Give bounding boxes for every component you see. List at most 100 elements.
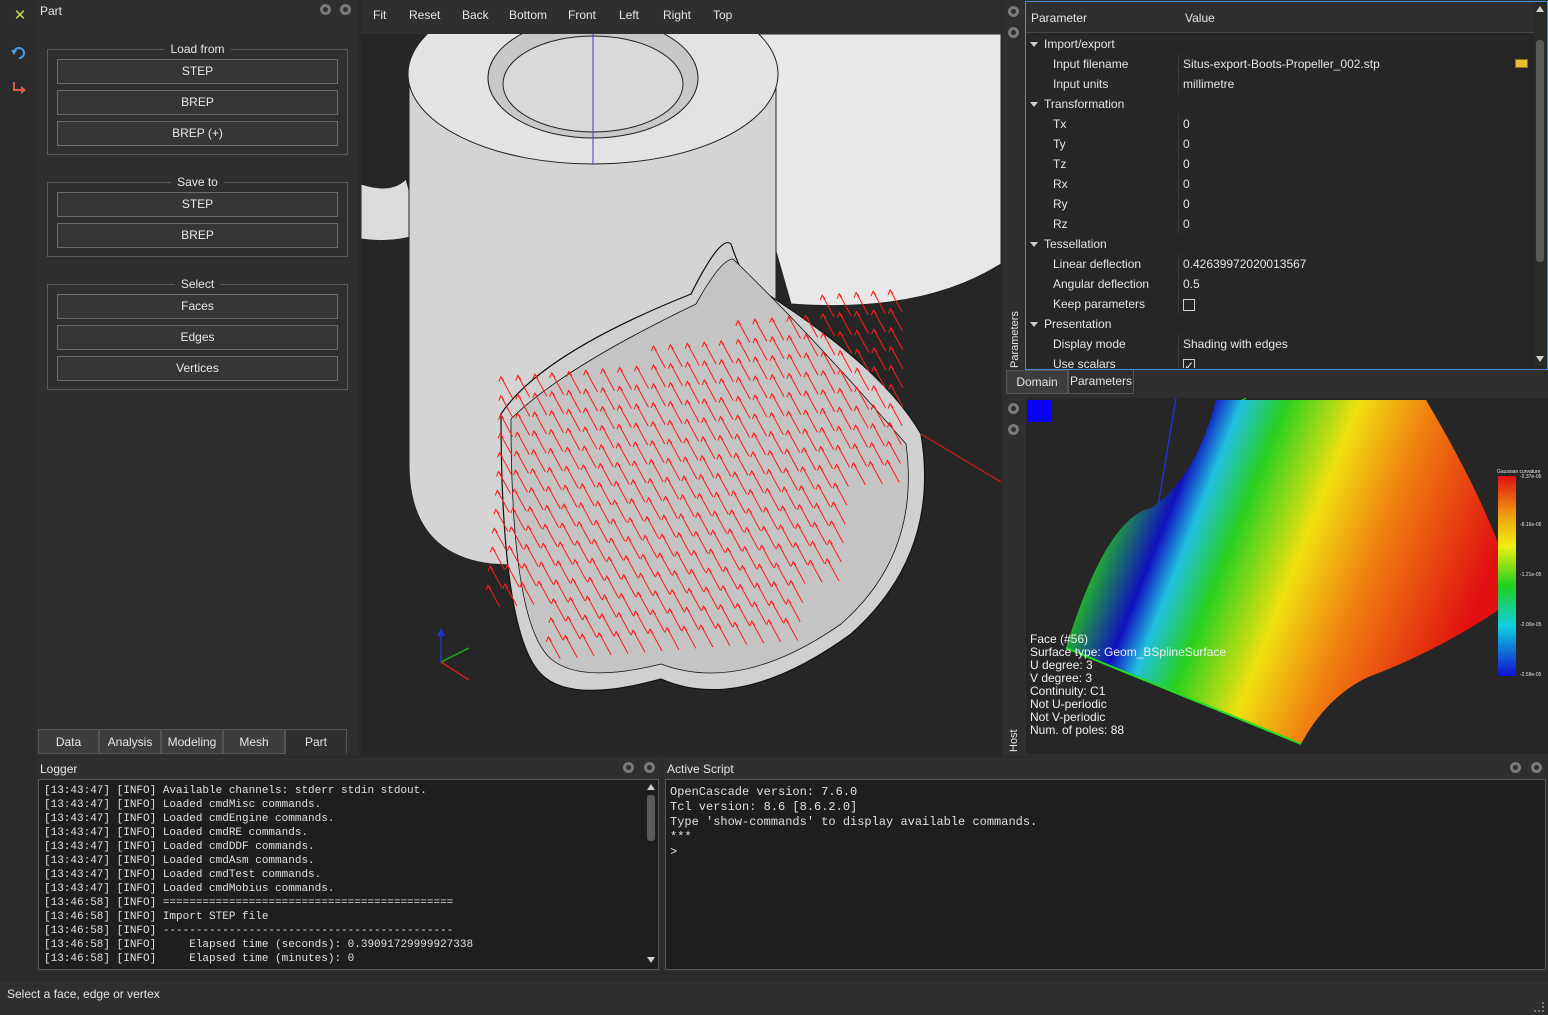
select-faces-button[interactable]: Faces: [57, 294, 338, 319]
row-rz[interactable]: Rz 0: [1027, 214, 1532, 234]
row-transformation[interactable]: Transformation: [1027, 94, 1532, 114]
expand-arrow-icon[interactable]: [1030, 242, 1038, 247]
view-fit-button[interactable]: Fit: [373, 8, 386, 22]
script-console[interactable]: OpenCascade version: 7.6.0 Tcl version: …: [665, 779, 1546, 970]
row-rx[interactable]: Rx 0: [1027, 174, 1532, 194]
script-float-button[interactable]: [1510, 762, 1521, 773]
log-line: [13:46:58] [INFO] Import STEP file: [44, 911, 269, 923]
save-to-title: Save to: [171, 175, 224, 189]
row-input-filename[interactable]: Input filename Situs-export-Boots-Propell…: [1027, 54, 1532, 74]
param-value[interactable]: 0: [1183, 114, 1190, 134]
colorbar-tick: -2.59e-05: [1520, 672, 1542, 678]
resize-grip-icon[interactable]: [1534, 1002, 1544, 1012]
row-ry[interactable]: Ry 0: [1027, 194, 1532, 214]
select-vertices-button[interactable]: Vertices: [57, 356, 338, 381]
3d-viewport[interactable]: [361, 34, 1001, 756]
param-name: Input filename: [1053, 57, 1129, 71]
param-value[interactable]: 0.42639972020013567: [1183, 254, 1306, 274]
close-button[interactable]: [340, 4, 351, 15]
logger-scroll-up-icon[interactable]: [647, 784, 655, 790]
row-presentation[interactable]: Presentation: [1027, 314, 1532, 334]
close-x-icon[interactable]: ✕: [12, 8, 28, 24]
tab-domain[interactable]: Domain: [1006, 370, 1068, 394]
expand-arrow-icon[interactable]: [1030, 102, 1038, 107]
log-line: [13:46:58] [INFO] ----------------------…: [44, 925, 454, 937]
load-brep-plus-button[interactable]: BREP (+): [57, 121, 338, 146]
row-tx[interactable]: Tx 0: [1027, 114, 1532, 134]
view-top-button[interactable]: Top: [713, 8, 732, 22]
view-reset-button[interactable]: Reset: [409, 8, 440, 22]
params-scroll-thumb[interactable]: [1536, 40, 1544, 262]
view-front-button[interactable]: Front: [568, 8, 596, 22]
row-input-units[interactable]: Input units millimetre: [1027, 74, 1532, 94]
row-ty[interactable]: Ty 0: [1027, 134, 1532, 154]
params-scrollbar[interactable]: [1534, 4, 1546, 366]
group-label: Presentation: [1044, 317, 1112, 331]
tab-parameters[interactable]: Parameters: [1068, 370, 1134, 394]
use-scalars-checkbox[interactable]: [1183, 356, 1195, 368]
param-value[interactable]: millimetre: [1183, 74, 1234, 94]
console-line: Type 'show-commands' to display availabl…: [670, 815, 1038, 829]
row-display-mode[interactable]: Display mode Shading with edges: [1027, 334, 1532, 354]
logger-float-button[interactable]: [623, 762, 634, 773]
param-value[interactable]: 0: [1183, 214, 1190, 234]
param-value[interactable]: 0: [1183, 174, 1190, 194]
tab-data[interactable]: Data: [38, 729, 99, 754]
row-keep-parameters[interactable]: Keep parameters: [1027, 294, 1532, 314]
tab-part[interactable]: Part: [285, 729, 347, 754]
logger-scrollbar[interactable]: [645, 781, 657, 968]
float-button[interactable]: [320, 4, 331, 15]
param-name: Linear deflection: [1053, 257, 1142, 271]
tab-analysis[interactable]: Analysis: [99, 729, 161, 754]
param-value[interactable]: 0: [1183, 154, 1190, 174]
redo-icon[interactable]: [10, 78, 28, 96]
folder-open-icon[interactable]: [1515, 59, 1528, 68]
console-line: OpenCascade version: 7.6.0: [670, 785, 858, 799]
view-right-button[interactable]: Right: [663, 8, 691, 22]
logger-close-button[interactable]: [644, 762, 655, 773]
script-close-button[interactable]: [1531, 762, 1542, 773]
logger-scroll-down-icon[interactable]: [647, 957, 655, 963]
console-line: ***: [670, 830, 692, 844]
params-float-button[interactable]: [1008, 6, 1019, 17]
row-tz[interactable]: Tz 0: [1027, 154, 1532, 174]
logger-output[interactable]: [13:43:47] [INFO] Available channels: st…: [38, 779, 659, 970]
console-prompt[interactable]: >: [670, 845, 1541, 860]
param-name: Rx: [1053, 177, 1068, 191]
row-tessellation[interactable]: Tessellation: [1027, 234, 1532, 254]
load-step-button[interactable]: STEP: [57, 59, 338, 84]
param-value[interactable]: Situs-export-Boots-Propeller_002.stp: [1183, 54, 1380, 74]
face-info-line: Num. of poles: 88: [1030, 723, 1125, 737]
keep-parameters-checkbox[interactable]: [1183, 298, 1195, 311]
host-float-button[interactable]: [1008, 403, 1019, 414]
left-toolbar: [0, 0, 36, 982]
save-to-group: Save to STEP BREP: [47, 175, 348, 257]
param-value[interactable]: 0.5: [1183, 274, 1200, 294]
view-left-button[interactable]: Left: [619, 8, 639, 22]
row-linear-deflection[interactable]: Linear deflection 0.42639972020013567: [1027, 254, 1532, 274]
row-angular-deflection[interactable]: Angular deflection 0.5: [1027, 274, 1532, 294]
save-step-button[interactable]: STEP: [57, 192, 338, 217]
tab-modeling[interactable]: Modeling: [161, 729, 223, 754]
row-import-export[interactable]: Import/export: [1027, 34, 1532, 54]
param-name: Rz: [1053, 217, 1068, 231]
save-brep-button[interactable]: BREP: [57, 223, 338, 248]
params-close-button[interactable]: [1008, 27, 1019, 38]
view-bottom-button[interactable]: Bottom: [509, 8, 547, 22]
view-back-button[interactable]: Back: [462, 8, 489, 22]
param-value[interactable]: Shading with edges: [1183, 334, 1288, 354]
load-brep-button[interactable]: BREP: [57, 90, 338, 115]
expand-arrow-icon[interactable]: [1030, 322, 1038, 327]
row-use-scalars[interactable]: Use scalars: [1027, 354, 1532, 368]
params-scroll-up-icon[interactable]: [1536, 6, 1544, 12]
logger-scroll-thumb[interactable]: [647, 795, 655, 841]
host-close-button[interactable]: [1008, 424, 1019, 435]
tab-mesh[interactable]: Mesh: [223, 729, 285, 754]
expand-arrow-icon[interactable]: [1030, 42, 1038, 47]
select-title: Select: [174, 277, 221, 291]
select-edges-button[interactable]: Edges: [57, 325, 338, 350]
params-scroll-down-icon[interactable]: [1536, 356, 1544, 362]
param-value[interactable]: 0: [1183, 134, 1190, 154]
param-value[interactable]: 0: [1183, 194, 1190, 214]
undo-icon[interactable]: [10, 44, 28, 62]
